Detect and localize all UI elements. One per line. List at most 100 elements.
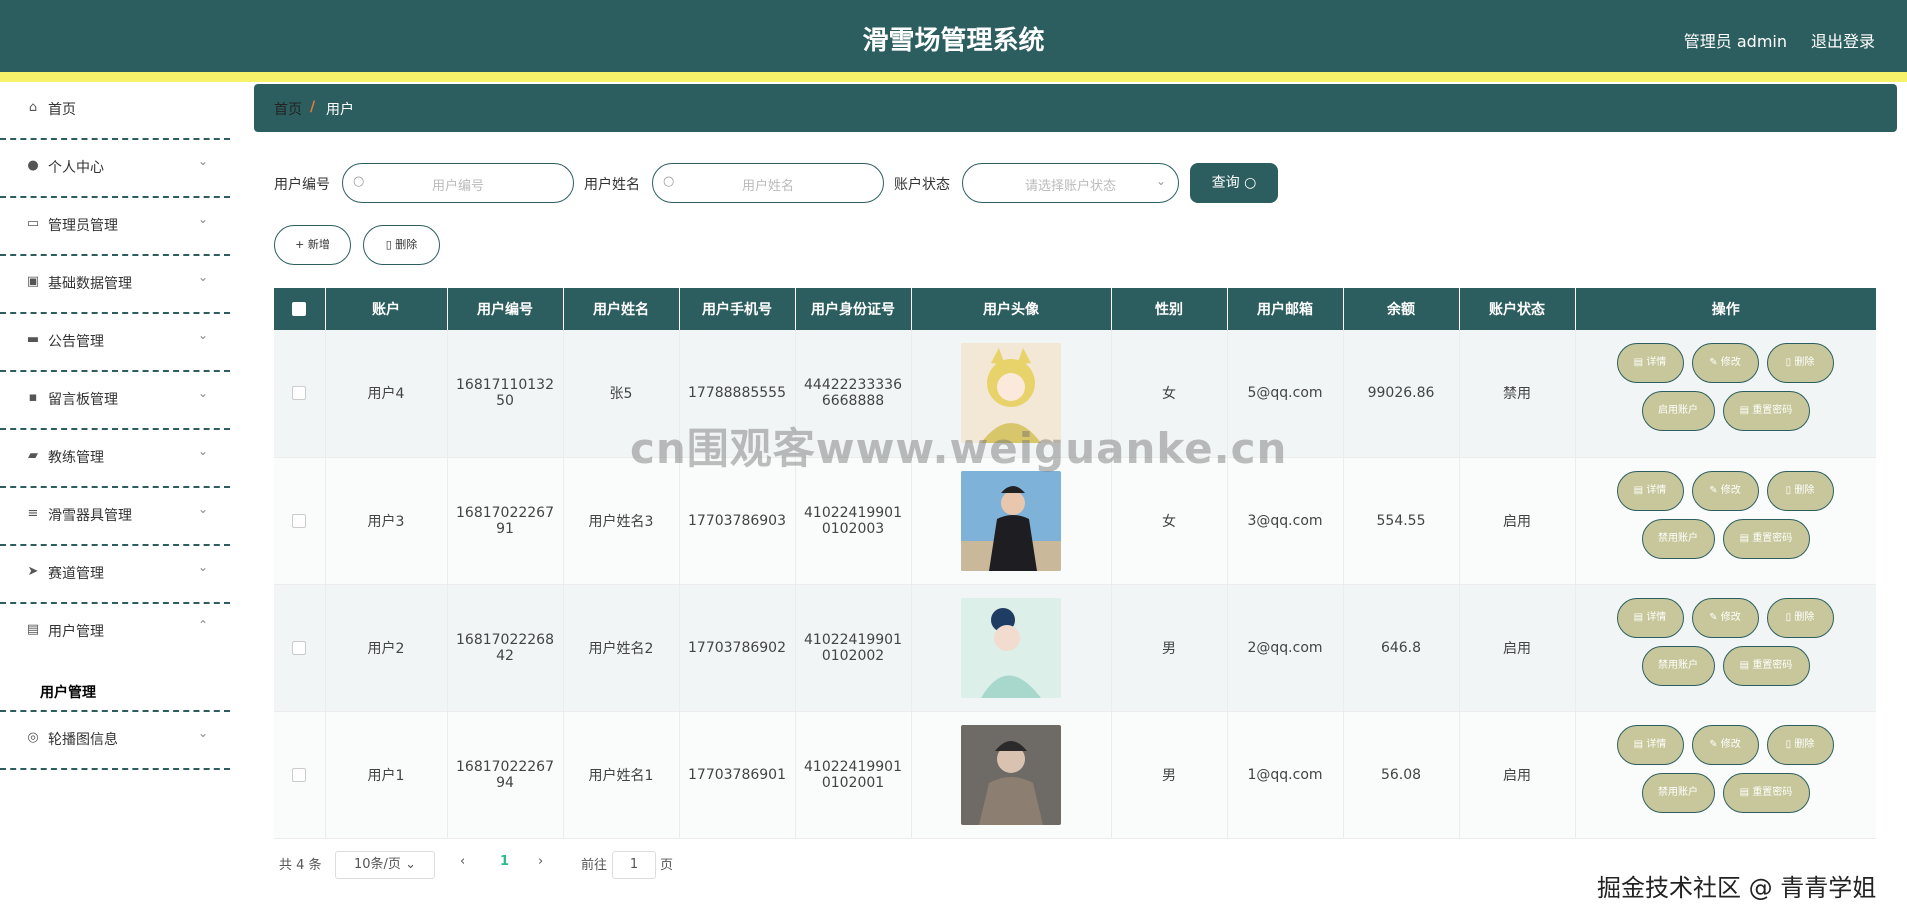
user-id-label: 用户编号 <box>274 177 330 193</box>
reset-password-label: 重置密码 <box>1752 532 1793 544</box>
user-id-input[interactable]: ○ 用户编号 <box>342 163 574 203</box>
account-status-select[interactable]: 请选择账户状态 ⌄ <box>962 163 1179 203</box>
query-button[interactable]: 查询 ○ <box>1190 163 1278 203</box>
sidebar-item-home[interactable]: ⌂ 首页 <box>0 82 230 140</box>
doc-icon: ▤ <box>26 622 40 637</box>
column-header: 用户手机号 <box>679 288 796 330</box>
reset-password-button[interactable]: ▤ 重置密码 <box>1722 391 1810 432</box>
user-id-part: 94 <box>496 774 514 791</box>
delete-button[interactable]: ▯ 删除 <box>1766 343 1834 384</box>
reset-password-label: 重置密码 <box>1752 405 1793 417</box>
next-page-button[interactable]: › <box>538 854 543 869</box>
edit-button[interactable]: ✎ 修改 <box>1691 470 1759 511</box>
edit-button[interactable]: ✎ 修改 <box>1691 597 1759 638</box>
edit-label: 修改 <box>1720 484 1741 496</box>
select-all-checkbox[interactable] <box>292 302 307 316</box>
edit-label: 修改 <box>1720 357 1741 369</box>
add-button[interactable]: + 新增 <box>274 225 351 265</box>
edit-button[interactable]: ✎ 修改 <box>1691 343 1759 384</box>
user-id-part: 16817022267 <box>456 504 554 521</box>
sidebar-item-basic-data[interactable]: ▣ 基础数据管理 ⌄ <box>0 256 230 314</box>
sidebar-item-label: 留言板管理 <box>48 392 118 408</box>
user-table: 账户 用户编号 用户姓名 用户手机号 用户身份证号 用户头像 性别 用户邮箱 余… <box>274 288 1876 839</box>
delete-button[interactable]: ▯ 删除 <box>1766 597 1834 638</box>
chevron-down-icon: ⌄ <box>1155 174 1166 188</box>
query-button-label: 查询 <box>1211 175 1240 191</box>
detail-button[interactable]: ▤ 详情 <box>1616 597 1684 638</box>
edit-icon: ✎ <box>1709 484 1721 496</box>
row-select-cell <box>274 584 326 712</box>
sidebar-item-user-management[interactable]: ▤ 用户管理 ⌃ <box>0 604 230 662</box>
sidebar-item-announcements[interactable]: ▬ 公告管理 ⌄ <box>0 314 230 372</box>
logout-link[interactable]: 退出登录 <box>1811 28 1875 52</box>
user-id-part: 91 <box>496 520 514 537</box>
toggle-account-label: 禁用账户 <box>1658 786 1698 798</box>
sidebar-item-coaches[interactable]: ▰ 教练管理 ⌄ <box>0 430 230 488</box>
chevron-down-icon: ⌄ <box>198 328 209 342</box>
table-row: 用户3 16817022267 91 用户姓名3 17703786903 4102… <box>274 457 1876 585</box>
total-count: 共 4 条 <box>279 858 322 873</box>
operations-group: ▤ 详情 ✎ 修改 ▯ 删除 禁用账户 ▤ 重置密码 <box>1576 724 1877 825</box>
toggle-account-button[interactable]: 禁用账户 <box>1641 518 1715 559</box>
row-checkbox[interactable] <box>292 386 307 401</box>
batch-delete-button[interactable]: ▯ 删除 <box>363 225 440 265</box>
user-name-input[interactable]: ○ 用户姓名 <box>652 163 884 203</box>
delete-button[interactable]: ▯ 删除 <box>1766 724 1834 765</box>
id-card-part: 0102002 <box>821 647 885 664</box>
prev-page-button[interactable]: ‹ <box>460 854 465 869</box>
send-icon: ➤ <box>27 564 39 579</box>
sidebar-item-label: 首页 <box>48 102 76 118</box>
detail-button[interactable]: ▤ 详情 <box>1616 343 1684 384</box>
id-card-cell: 41022419901 0102001 <box>795 711 912 839</box>
page-size-select[interactable]: 10条/页 ⌄ <box>335 851 435 879</box>
row-checkbox[interactable] <box>292 640 307 655</box>
avatar <box>961 597 1061 698</box>
row-select-cell <box>274 330 326 458</box>
detail-button[interactable]: ▤ 详情 <box>1616 724 1684 765</box>
breadcrumb-home[interactable]: 首页 <box>274 99 302 119</box>
toggle-account-button[interactable]: 启用账户 <box>1641 391 1715 432</box>
toggle-account-button[interactable]: 禁用账户 <box>1641 772 1715 813</box>
sidebar-item-admin-management[interactable]: ▭ 管理员管理 ⌄ <box>0 198 230 256</box>
toggle-account-label: 禁用账户 <box>1658 532 1698 544</box>
account-status-cell: 禁用 <box>1459 330 1576 458</box>
delete-button[interactable]: ▯ 删除 <box>1766 470 1834 511</box>
sidebar-item-personal-center[interactable]: ● 个人中心 ⌄ <box>0 140 230 198</box>
account-status-cell: 启用 <box>1459 457 1576 585</box>
doc-icon: ▤ <box>1633 484 1647 496</box>
avatar <box>961 470 1061 571</box>
sidebar-item-label: 个人中心 <box>48 160 104 176</box>
chevron-down-icon: ⌄ <box>198 154 209 168</box>
sidebar-subitem-label: 用户管理 <box>40 685 96 701</box>
balance-cell: 646.8 <box>1343 584 1460 712</box>
row-checkbox[interactable] <box>292 513 307 528</box>
user-id-placeholder: 用户编号 <box>431 179 484 194</box>
user-name-cell: 用户姓名2 <box>563 584 680 712</box>
user-id-part: 16817022268 <box>456 631 554 648</box>
sidebar-item-label: 赛道管理 <box>48 566 104 582</box>
detail-button[interactable]: ▤ 详情 <box>1616 470 1684 511</box>
row-checkbox[interactable] <box>292 767 307 782</box>
page-number-current[interactable]: 1 <box>500 854 509 869</box>
edit-button[interactable]: ✎ 修改 <box>1691 724 1759 765</box>
goto-page-input[interactable]: 1 <box>612 851 656 879</box>
sidebar-item-message-board[interactable]: ▪ 留言板管理 ⌄ <box>0 372 230 430</box>
row-select-cell <box>274 457 326 585</box>
toggle-account-button[interactable]: 禁用账户 <box>1641 645 1715 686</box>
avatar-cell <box>911 457 1112 585</box>
column-header: 用户身份证号 <box>795 288 912 330</box>
operations-cell: ▤ 详情 ✎ 修改 ▯ 删除 禁用账户 ▤ 重置密码 <box>1575 457 1876 585</box>
edit-label: 修改 <box>1720 611 1741 623</box>
sidebar-subitem-user-management[interactable]: 用户管理 <box>0 662 230 712</box>
sidebar-item-ski-equipment[interactable]: ≡ 滑雪器具管理 ⌄ <box>0 488 230 546</box>
list-icon: ≡ <box>27 506 39 521</box>
sidebar-item-carousel[interactable]: ◎ 轮播图信息 ⌄ <box>0 712 230 770</box>
top-header: 滑雪场管理系统 管理员 admin 退出登录 <box>0 0 1907 72</box>
reset-password-button[interactable]: ▤ 重置密码 <box>1722 645 1810 686</box>
account-status-cell: 启用 <box>1459 711 1576 839</box>
reset-password-button[interactable]: ▤ 重置密码 <box>1722 772 1810 813</box>
reset-password-button[interactable]: ▤ 重置密码 <box>1722 518 1810 559</box>
delete-label: 删除 <box>1794 611 1815 623</box>
sidebar-item-tracks[interactable]: ➤ 赛道管理 ⌄ <box>0 546 230 604</box>
delete-label: 删除 <box>1794 357 1815 369</box>
